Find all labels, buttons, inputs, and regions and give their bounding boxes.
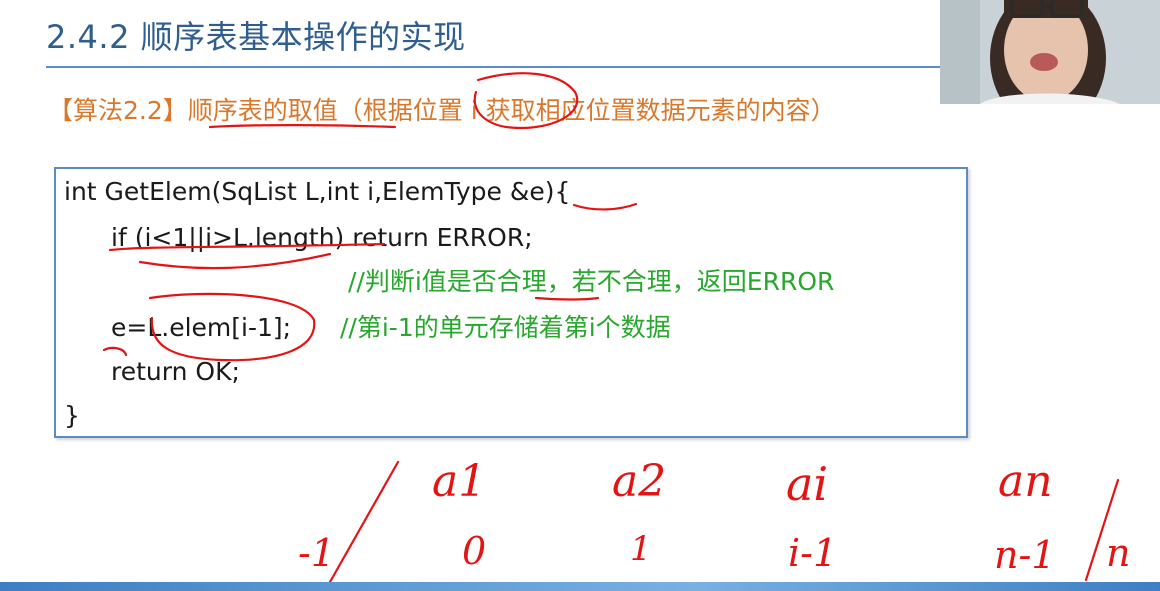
code-line-return: return OK; [111,357,240,386]
ink-index-minus1: -1 [298,531,335,575]
ink-label-an: an [998,456,1053,507]
code-block: int GetElem(SqList L,int i,ElemType &e){… [54,167,968,438]
ink-index-n-1: n-1 [994,533,1056,577]
slide-title: 2.4.2 顺序表基本操作的实现 [46,18,466,56]
algorithm-heading: 【算法2.2】顺序表的取值（根据位置 i 获取相应位置数据元素的内容） [48,86,836,136]
code-comment-storage: //第i-1的单元存储着第i个数据 [340,313,671,342]
code-line-close: } [64,401,80,430]
ink-slash-left [328,460,400,584]
ink-label-ai: ai [786,457,828,511]
ink-label-a1: a1 [432,456,486,507]
code-comment-validate: //判断i值是否合理，若不合理，返回ERROR [348,267,835,296]
webcam-overlay [940,0,1160,104]
algorithm-tag: 【算法2.2】 [48,96,188,125]
code-line-signature: int GetElem(SqList L,int i,ElemType &e){ [64,177,571,206]
ink-index-i-1: i-1 [788,531,837,575]
ink-index-n: n [1106,531,1130,575]
title-divider [46,66,946,68]
algorithm-title: 顺序表的取值（根据位置 i 获取相应位置数据元素的内容） [187,96,836,125]
slide-footer-bar [0,582,1160,591]
code-line-check: if (i<1||i>L.length) return ERROR; [111,223,533,252]
presenter-video [940,0,1160,104]
code-line-assign: e=L.elem[i-1]; [111,313,292,342]
ink-label-a2: a2 [612,456,666,507]
ink-index-0: 0 [462,529,486,573]
ink-index-1: 1 [630,529,652,569]
ink-slash-right [1084,478,1120,582]
